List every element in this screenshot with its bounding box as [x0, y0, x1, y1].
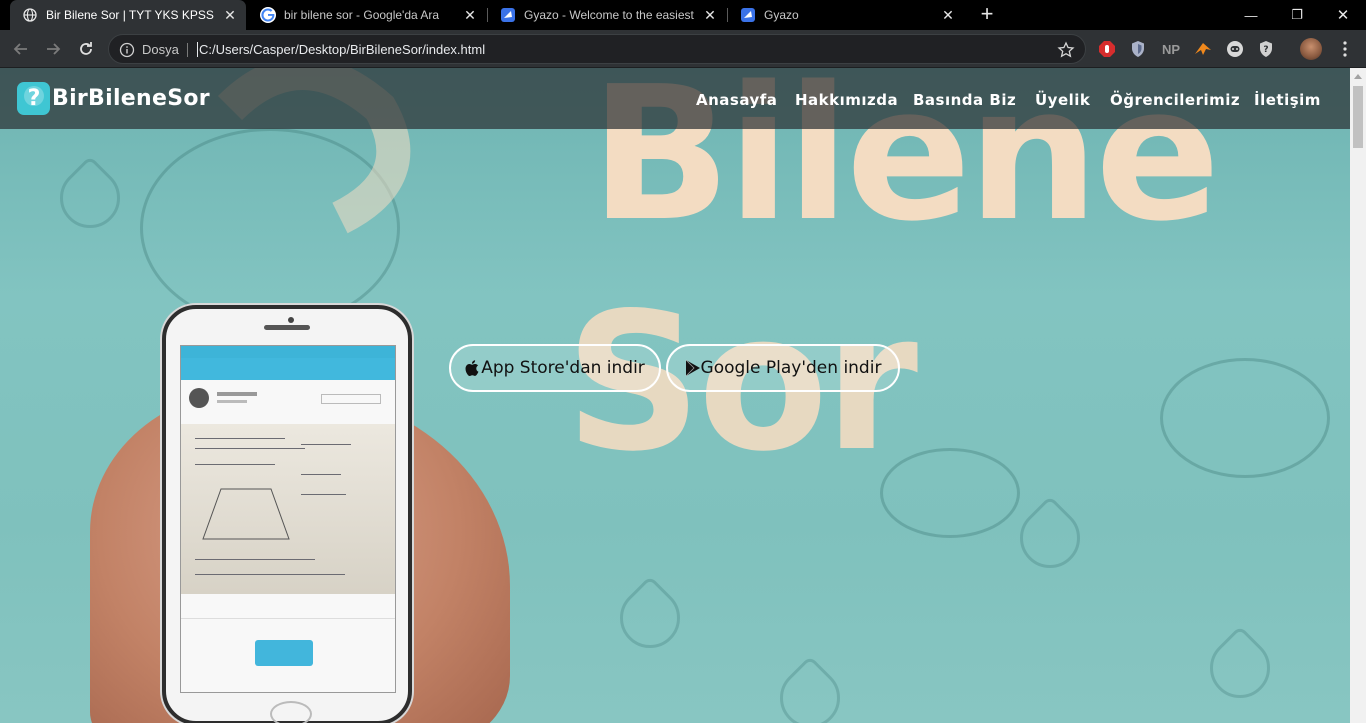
new-tab-button[interactable]: +: [976, 3, 998, 26]
tab-gyazo-welcome[interactable]: Gyazo - Welcome to the easiest way ✕: [488, 0, 726, 30]
app-store-label: App Store'dan indir: [481, 358, 645, 378]
phone-action-row: [181, 601, 395, 619]
logo-glyph: ?: [27, 86, 40, 111]
avatar[interactable]: [1300, 38, 1322, 60]
close-icon[interactable]: ✕: [462, 7, 478, 23]
apple-icon: [465, 359, 481, 377]
forward-button[interactable]: [42, 38, 64, 60]
logo-question-icon[interactable]: ?: [17, 82, 50, 115]
phone-chip: [321, 394, 381, 404]
google-play-label: Google Play'den indir: [700, 358, 882, 378]
back-button[interactable]: [10, 38, 32, 60]
tab-birbilenesor[interactable]: Bir Bilene Sor | TYT YKS KPSS ALES ✕: [10, 0, 246, 30]
menu-kebab-icon[interactable]: [1336, 40, 1354, 58]
phone-text-line: [217, 400, 247, 403]
tab-title: Gyazo - Welcome to the easiest way: [524, 8, 696, 22]
reload-icon: [80, 42, 92, 55]
tab-google-search[interactable]: bir bilene sor - Google'da Ara ✕: [248, 0, 486, 30]
scroll-up-arrow-icon[interactable]: [1350, 68, 1366, 84]
phone-text-line: [195, 464, 275, 465]
nav-link-uyelik[interactable]: Üyelik: [1035, 91, 1090, 109]
fox-icon[interactable]: [1194, 40, 1212, 58]
tab-title: Gyazo: [764, 8, 799, 22]
phone-camera: [288, 317, 294, 323]
phone-text-line: [195, 438, 285, 439]
reload-button[interactable]: [75, 38, 97, 60]
privacy-badger-icon[interactable]: ?: [1257, 40, 1275, 58]
info-icon[interactable]: [119, 42, 135, 58]
site-navbar: ? BirBileneSor Anasayfa Hakkımızda Basın…: [0, 68, 1350, 129]
phone-text-line: [195, 559, 315, 560]
phone-text-line: [301, 494, 346, 495]
discord-icon[interactable]: [1226, 40, 1244, 58]
tab-strip: Bir Bilene Sor | TYT YKS KPSS ALES ✕ bir…: [0, 0, 1366, 30]
minimize-button[interactable]: —: [1228, 0, 1274, 30]
page-viewport: Bilene Sor ? BirBileneSor Anasayfa Hakkı…: [0, 68, 1350, 723]
site-logo-text[interactable]: BirBileneSor: [52, 86, 210, 111]
restore-button[interactable]: ❐: [1274, 0, 1320, 30]
phone-text-line: [195, 574, 345, 575]
back-arrow-icon: [13, 43, 27, 55]
tab-title: Bir Bilene Sor | TYT YKS KPSS ALES: [46, 8, 216, 22]
phone-app-bar: [181, 358, 395, 380]
address-divider: [187, 43, 188, 57]
nav-link-iletisim[interactable]: İletişim: [1254, 91, 1321, 109]
phone-question-photo: [181, 424, 395, 594]
bookmark-star-icon[interactable]: [1057, 41, 1075, 59]
nav-link-hakkimizda[interactable]: Hakkımızda: [795, 91, 898, 109]
phone-image: [162, 305, 412, 723]
nav-link-ogrencilerimiz[interactable]: Öğrencilerimiz: [1110, 91, 1240, 109]
page-scrollbar[interactable]: [1350, 68, 1366, 723]
globe-icon: [22, 7, 38, 23]
gyazo-icon: [740, 7, 756, 23]
gyazo-icon: [500, 7, 516, 23]
close-icon[interactable]: ✕: [702, 7, 718, 23]
phone-trapezoid-drawing: [202, 488, 290, 540]
phone-status-bar: [181, 346, 395, 358]
google-play-button[interactable]: Google Play'den indir: [666, 344, 900, 392]
phone-text-line: [217, 392, 257, 396]
browser-toolbar: Dosya C:/Users/Casper/Desktop/BirBileneS…: [0, 30, 1366, 68]
phone-answer-button: [255, 640, 313, 666]
phone-avatar: [189, 388, 209, 408]
phone-text-line: [301, 444, 351, 445]
nav-link-anasayfa[interactable]: Anasayfa: [696, 91, 777, 109]
phone-screen: [180, 345, 396, 693]
scrollbar-thumb[interactable]: [1353, 86, 1363, 148]
close-icon[interactable]: ✕: [222, 7, 238, 23]
nav-link-basinda-biz[interactable]: Basında Biz: [913, 91, 1016, 109]
app-store-button[interactable]: App Store'dan indir: [449, 344, 661, 392]
forward-arrow-icon: [47, 43, 61, 55]
scheme-label: Dosya: [142, 42, 179, 57]
adblock-icon[interactable]: [1098, 40, 1116, 58]
svg-text:?: ?: [1263, 45, 1268, 55]
tab-gyazo[interactable]: Gyazo ✕: [728, 0, 964, 30]
phone-text-line: [195, 448, 305, 449]
url-text[interactable]: C:/Users/Casper/Desktop/BirBileneSor/ind…: [197, 42, 485, 57]
phone-home-button: [270, 701, 312, 723]
shield-icon[interactable]: [1129, 40, 1147, 58]
close-window-button[interactable]: ✕: [1320, 0, 1366, 30]
phone-text-line: [301, 474, 341, 475]
np-icon[interactable]: NP: [1160, 40, 1182, 58]
google-play-icon: [685, 359, 701, 377]
phone-speaker: [264, 325, 310, 330]
google-icon: [260, 7, 276, 23]
address-bar[interactable]: Dosya C:/Users/Casper/Desktop/BirBileneS…: [108, 34, 1086, 64]
close-icon[interactable]: ✕: [940, 7, 956, 23]
tab-title: bir bilene sor - Google'da Ara: [284, 8, 440, 22]
